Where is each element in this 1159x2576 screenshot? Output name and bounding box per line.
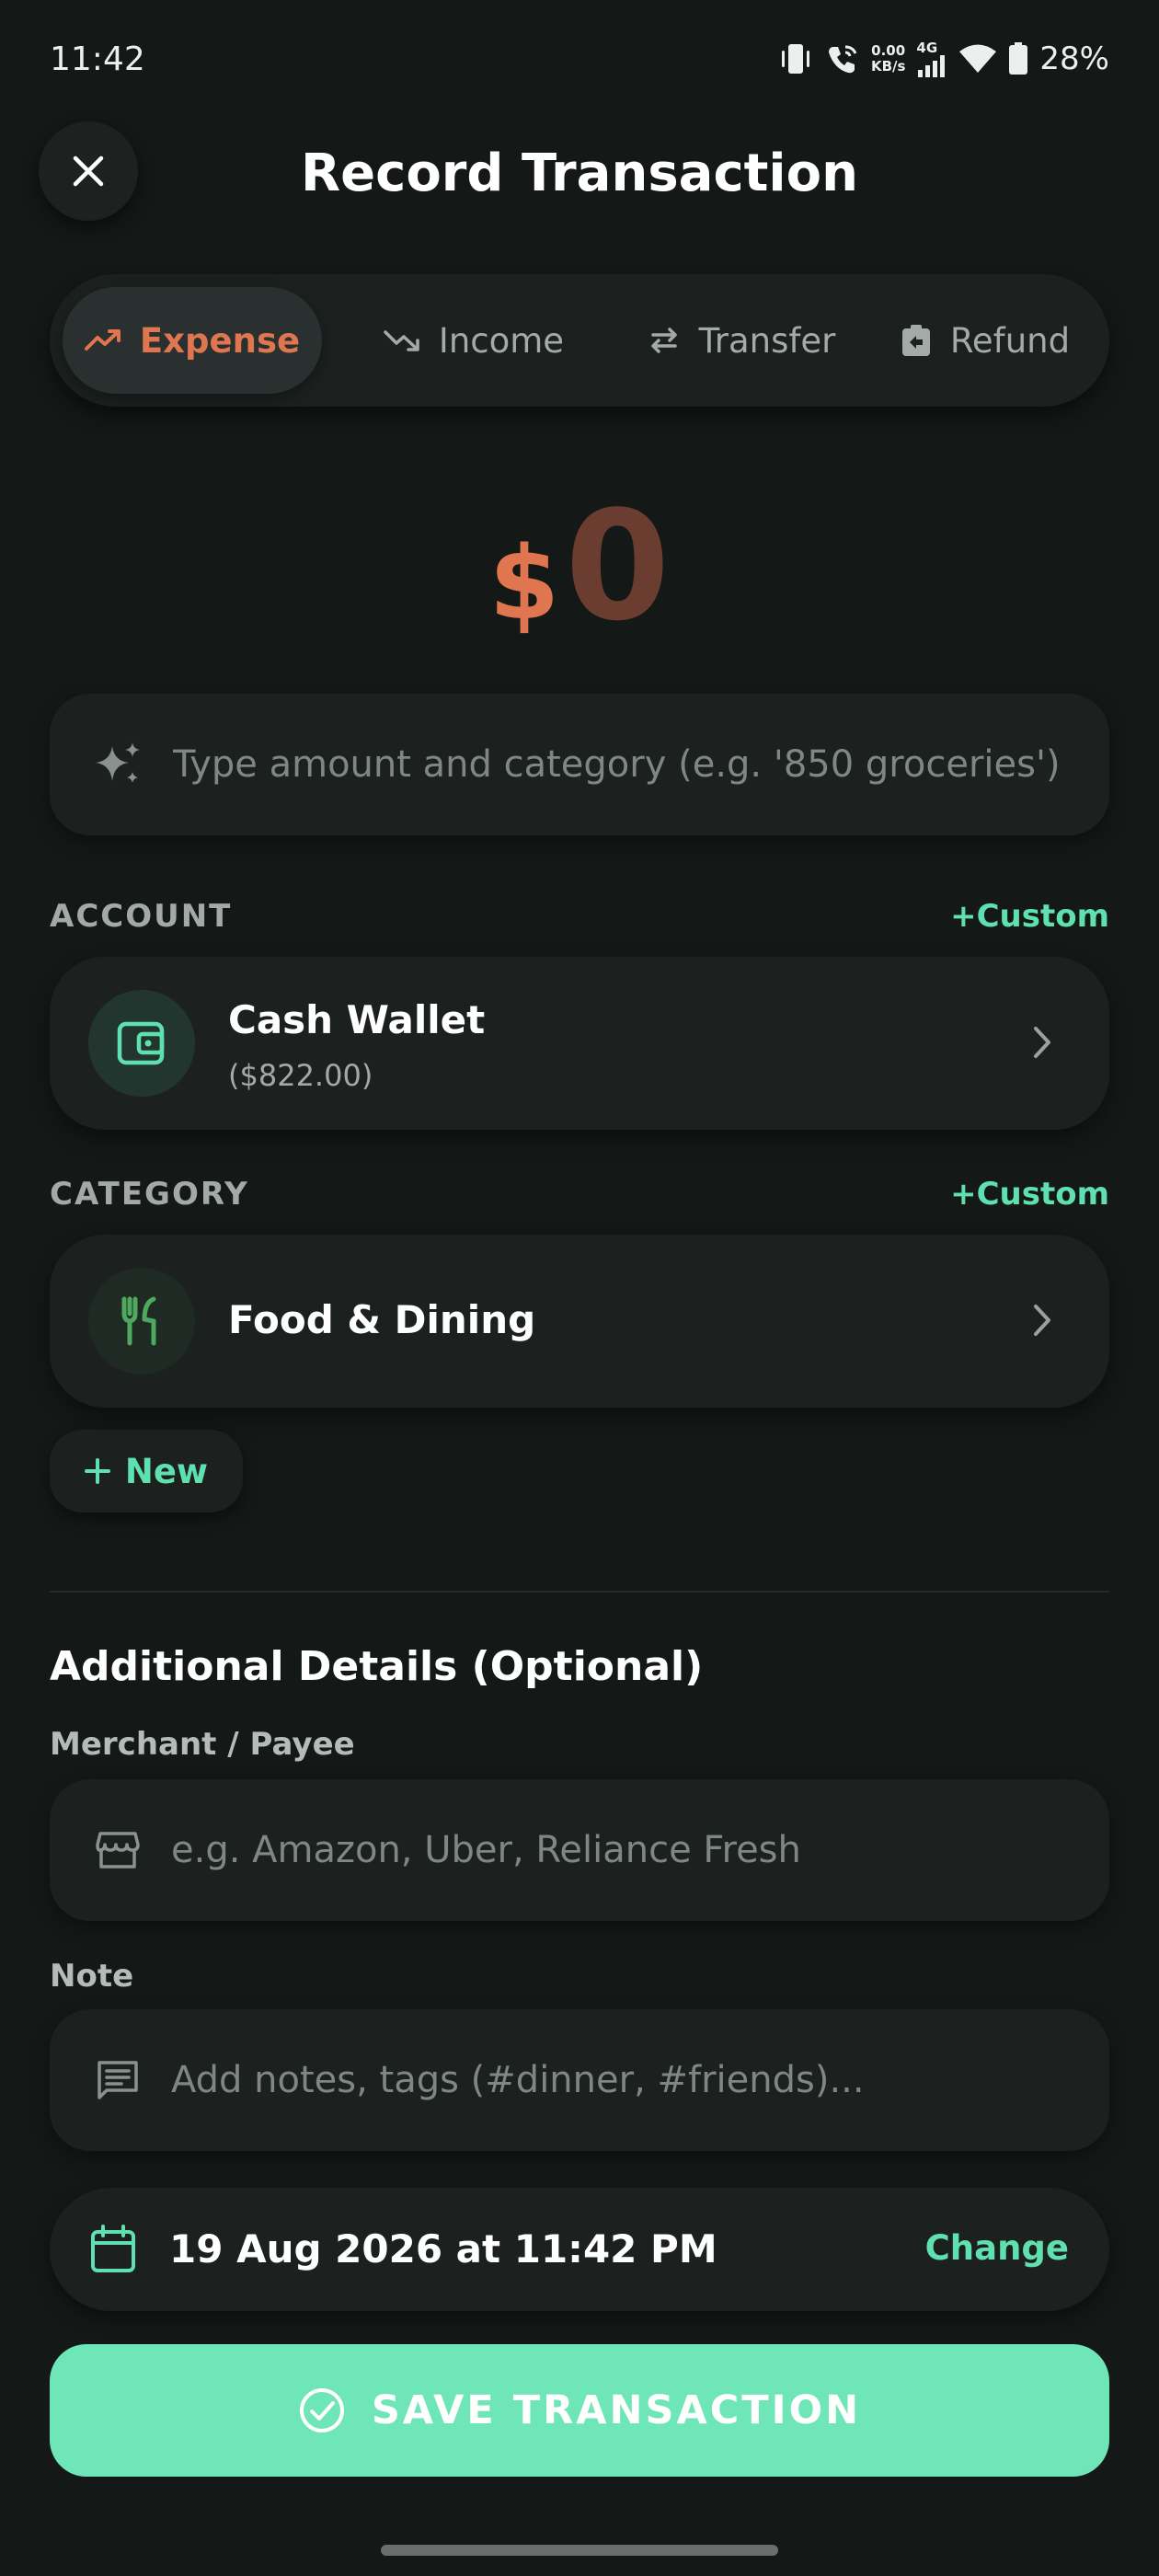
date-value: 19 Aug 2026 at 11:42 PM: [169, 2226, 717, 2271]
sparkle-icon: [96, 742, 140, 783]
plus-icon: [84, 1458, 110, 1484]
divider: [50, 1591, 1109, 1593]
change-date-button[interactable]: Change: [925, 2228, 1069, 2268]
tab-label: Income: [438, 320, 565, 361]
note-placeholder: Add notes, tags (#dinner, #friends)...: [171, 2059, 865, 2101]
store-icon: [96, 1832, 140, 1869]
account-custom-link[interactable]: +Custom: [950, 898, 1109, 935]
signal-group: 4G: [916, 39, 947, 77]
tab-label: Refund: [949, 320, 1071, 361]
page-title: Record Transaction: [301, 144, 858, 203]
amount-value: 0: [565, 478, 671, 654]
net-speed-unit: KB/s: [870, 58, 906, 75]
status-time: 11:42: [50, 40, 145, 78]
battery-percent: 28%: [1039, 40, 1109, 77]
tab-label: Transfer: [698, 320, 836, 361]
smart-entry-placeholder: Type amount and category (e.g. '850 groc…: [173, 743, 1061, 786]
check-circle-icon: [299, 2388, 344, 2432]
refund-icon: [901, 325, 930, 356]
transaction-type-tabs: Expense Income Transfer Refund: [50, 274, 1109, 407]
wifi-icon: [958, 43, 997, 75]
new-button-label: New: [124, 1451, 209, 1491]
amount-currency: $: [488, 524, 560, 642]
account-balance: ($822.00): [228, 1058, 373, 1093]
save-button-label: SAVE TRANSACTION: [371, 2387, 862, 2433]
tab-refund[interactable]: Refund: [874, 287, 1096, 394]
category-custom-link[interactable]: +Custom: [950, 1176, 1109, 1213]
wifi-call-icon: [825, 41, 860, 76]
merchant-input[interactable]: e.g. Amazon, Uber, Reliance Fresh: [50, 1779, 1109, 1921]
merchant-label: Merchant / Payee: [50, 1726, 355, 1763]
net-speed: 0.00 KB/s: [871, 43, 905, 75]
chevron-right-icon: [1034, 1027, 1050, 1058]
tab-label: Expense: [139, 320, 301, 361]
account-label: ACCOUNT: [50, 898, 233, 935]
net-speed-value: 0.00: [871, 42, 906, 59]
account-selector[interactable]: Cash Wallet ($822.00): [50, 957, 1109, 1130]
note-input[interactable]: Add notes, tags (#dinner, #friends)...: [50, 2009, 1109, 2151]
status-icons: 0.00 KB/s 4G 28%: [777, 40, 1109, 77]
trending-up-icon: [84, 329, 120, 351]
chevron-right-icon: [1034, 1305, 1050, 1336]
fork-knife-icon: [88, 1268, 195, 1374]
note-label: Note: [50, 1958, 134, 1995]
category-name: Food & Dining: [228, 1297, 536, 1342]
home-indicator[interactable]: [381, 2545, 778, 2556]
save-transaction-button[interactable]: SAVE TRANSACTION: [50, 2344, 1109, 2477]
category-label: CATEGORY: [50, 1176, 249, 1213]
new-category-button[interactable]: New: [50, 1430, 243, 1512]
account-name: Cash Wallet: [228, 997, 486, 1042]
date-time-row[interactable]: 19 Aug 2026 at 11:42 PM Change: [50, 2188, 1109, 2311]
merchant-placeholder: e.g. Amazon, Uber, Reliance Fresh: [171, 1829, 801, 1871]
tab-expense[interactable]: Expense: [63, 287, 322, 394]
trending-down-icon: [384, 330, 419, 351]
signal-icon: [918, 54, 946, 77]
battery-icon: [1008, 42, 1028, 75]
swap-icon: [650, 328, 677, 353]
smart-entry-input[interactable]: Type amount and category (e.g. '850 groc…: [50, 694, 1109, 835]
wallet-icon: [88, 990, 195, 1097]
vibrate-icon: [777, 41, 814, 76]
network-type: 4G: [916, 39, 938, 56]
tab-income[interactable]: Income: [340, 287, 607, 394]
category-selector[interactable]: Food & Dining: [50, 1235, 1109, 1408]
tab-transfer[interactable]: Transfer: [614, 287, 868, 394]
calendar-icon: [91, 2225, 135, 2272]
message-icon: [98, 2061, 138, 2099]
amount-display[interactable]: $ 0: [0, 478, 1159, 654]
additional-details-title: Additional Details (Optional): [50, 1643, 704, 1690]
